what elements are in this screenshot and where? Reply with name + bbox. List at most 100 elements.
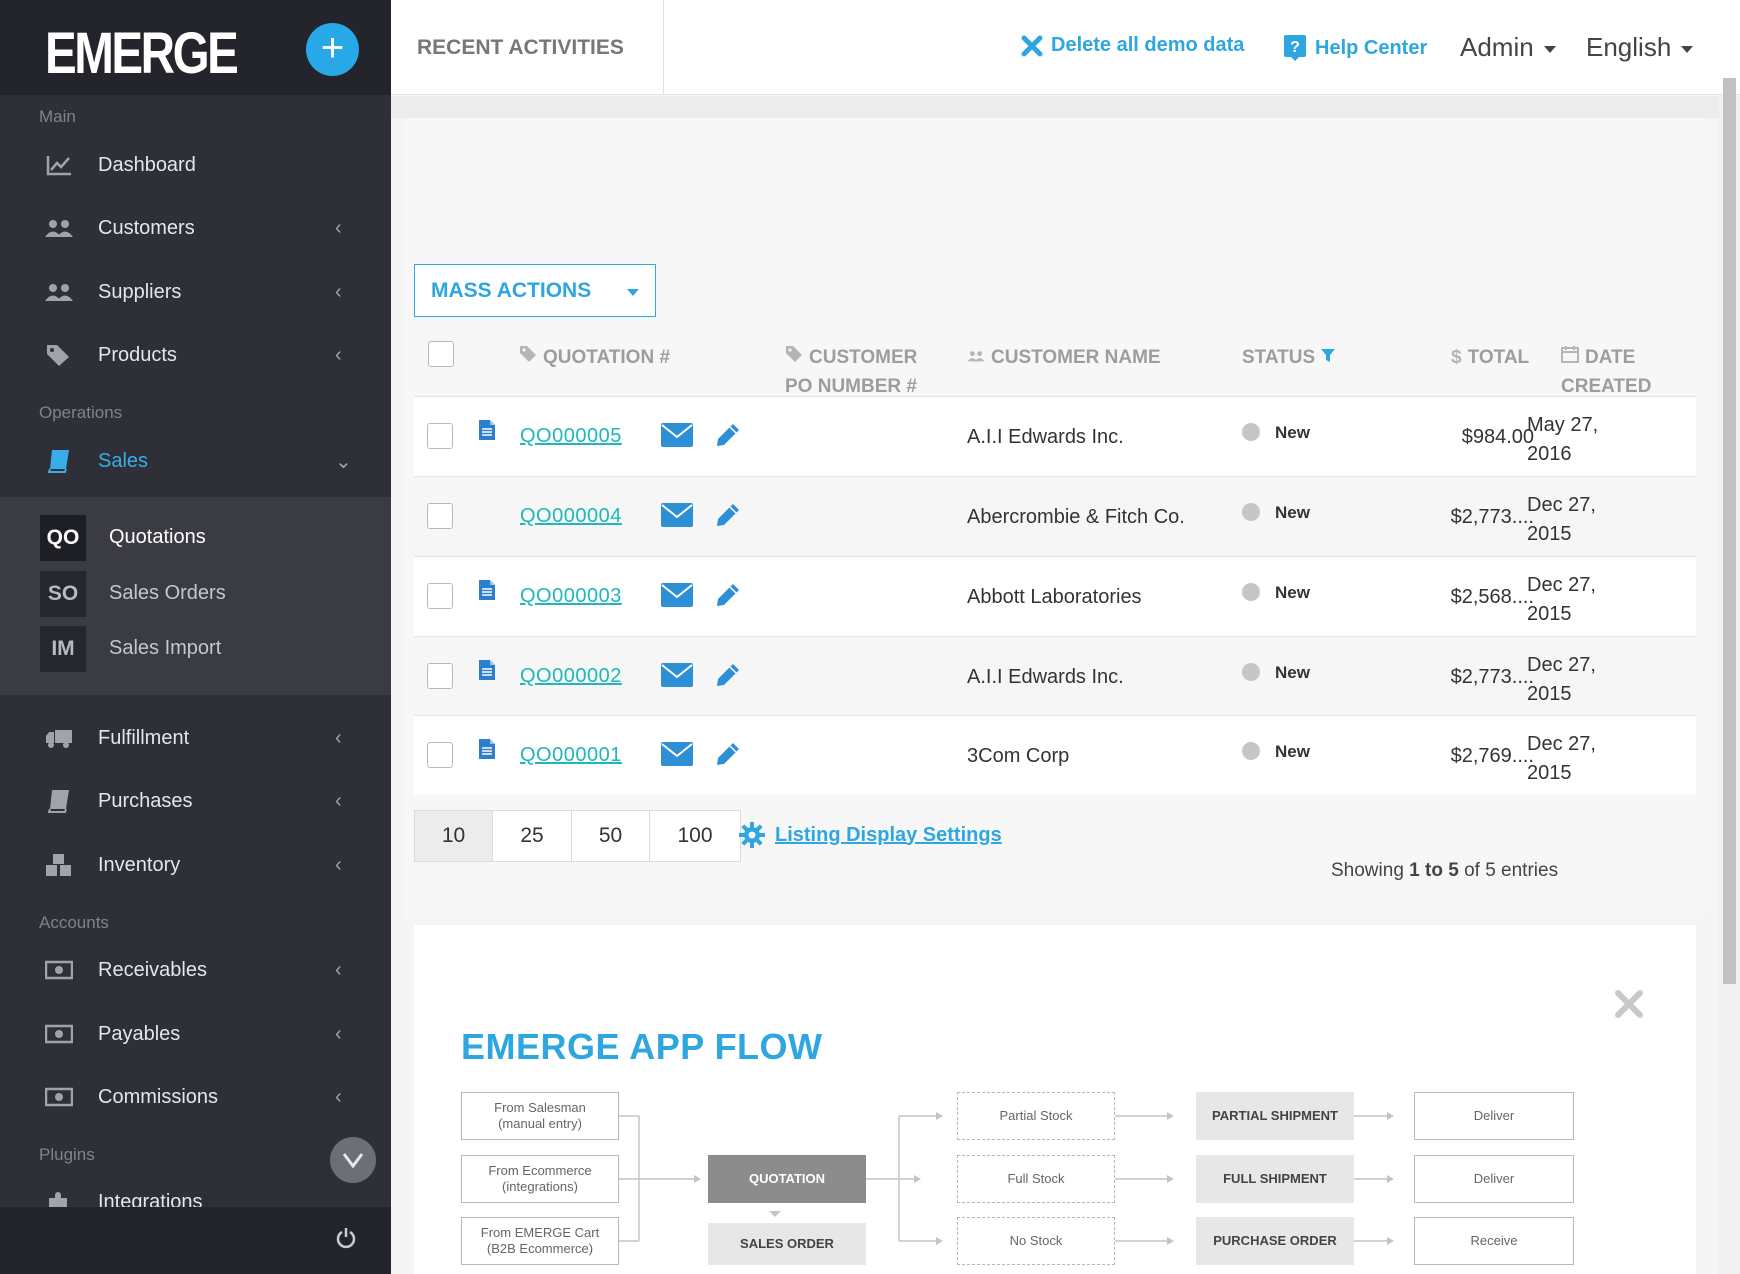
submenu-label: Sales Import [109,637,222,659]
app-flow-card: EMERGE APP FLOW From Salesman (manual en… [414,925,1696,1274]
sidebar-item-fulfillment[interactable]: Fulfillment ‹ [0,710,391,766]
submenu-item-quotations[interactable]: QO Quotations [0,513,391,563]
column-header-label: TOTAL [1467,347,1530,368]
sidebar-item-purchases[interactable]: Purchases ‹ [0,773,391,829]
pencil-icon[interactable] [715,662,741,688]
sidebar-item-suppliers[interactable]: Suppliers ‹ [0,264,391,320]
flow-result-receive: Receive [1414,1217,1574,1265]
help-center-link[interactable]: ? Help Center [1283,34,1427,62]
sidebar: EMERGE + Main Dashboard Customers ‹ Supp… [0,0,391,1274]
entries-summary-prefix: Showing [1331,860,1410,881]
flow-sales-order: SALES ORDER [708,1223,866,1265]
section-operations: Operations [39,403,123,422]
column-header-label: DATE [1585,347,1636,368]
column-header-status[interactable]: STATUS [1242,343,1336,372]
mass-actions-button[interactable]: MASS ACTIONS [414,264,656,317]
quotation-link[interactable]: QO000005 [520,425,622,448]
help-icon: ? [1284,35,1306,61]
table-row[interactable]: QO000004 Abercrombie & Fitch Co. New $2,773… [414,476,1696,556]
total-amount: $2,773.... [1450,666,1534,688]
table-row[interactable]: QO000001 3Com Corp New $2,769.... Dec 27, 201… [414,715,1696,795]
total-amount: $2,773.... [1450,506,1534,528]
power-icon[interactable] [336,1227,356,1256]
quotation-link[interactable]: QO000002 [520,665,622,688]
document-icon[interactable] [478,579,496,601]
pencil-icon[interactable] [715,741,741,767]
sidebar-item-receivables[interactable]: Receivables ‹ [0,942,391,998]
sidebar-item-inventory[interactable]: Inventory ‹ [0,837,391,893]
app-logo[interactable]: EMERGE [45,20,239,87]
pencil-icon[interactable] [715,422,741,448]
column-header-po-number[interactable]: CUSTOMER PO NUMBER # [785,343,917,401]
page-tab[interactable]: RECENT ACTIVITIES [391,0,664,95]
filter-icon[interactable] [1320,347,1336,363]
column-header-customer-name[interactable]: CUSTOMER NAME [967,343,1161,372]
column-header-date-created[interactable]: DATE CREATED [1561,343,1651,401]
document-icon[interactable] [478,419,496,441]
listing-display-settings-label: Listing Display Settings [775,823,1002,846]
page-title: RECENT ACTIVITIES [417,36,624,59]
envelope-icon[interactable] [661,423,693,447]
sidebar-item-dashboard[interactable]: Dashboard [0,137,391,193]
submenu-item-sales-orders[interactable]: SO Sales Orders [0,569,391,619]
sidebar-item-sales[interactable]: Sales ⌄ [0,433,391,489]
page-size-option[interactable]: 100 [650,811,740,861]
delete-demo-data-link[interactable]: Delete all demo data [1021,34,1244,57]
delete-demo-data-label: Delete all demo data [1051,34,1245,56]
customer-name: Abercrombie & Fitch Co. [967,506,1185,528]
chevron-left-icon: ‹ [335,1085,342,1108]
envelope-icon[interactable] [661,503,693,527]
column-header-total[interactable]: $ TOTAL [1451,343,1529,372]
scrollbar-thumb[interactable] [1723,78,1736,984]
caret-down-icon [1681,45,1694,53]
customer-name: A.I.I Edwards Inc. [967,666,1124,688]
scroll-down-button[interactable] [330,1137,376,1183]
money-icon [44,1082,74,1112]
pencil-icon[interactable] [715,502,741,528]
page-size-option[interactable]: 50 [572,811,650,861]
quick-add-button[interactable]: + [306,23,359,76]
pencil-icon[interactable] [715,582,741,608]
language-dropdown[interactable]: English [1586,32,1694,63]
date-created: Dec 27, 2015 [1527,491,1637,549]
sidebar-item-products[interactable]: Products ‹ [0,327,391,383]
document-icon[interactable] [478,659,496,681]
status-dot [1242,583,1260,601]
quotation-link[interactable]: QO000001 [520,744,622,767]
chevron-left-icon: ‹ [335,789,342,812]
quotation-link[interactable]: QO000004 [520,505,622,528]
entries-summary-suffix: of 5 entries [1458,860,1559,881]
row-checkbox[interactable] [427,742,453,768]
quotation-link[interactable]: QO000003 [520,585,622,608]
row-checkbox[interactable] [427,423,453,449]
select-all-checkbox[interactable] [428,341,454,367]
caret-down-icon [1543,45,1556,53]
tags-icon [44,340,74,370]
table-row[interactable]: QO000002 A.I.I Edwards Inc. New $2,773.... D… [414,636,1696,716]
sidebar-item-label: Receivables [98,958,207,981]
submenu-item-sales-import[interactable]: IM Sales Import [0,624,391,674]
sidebar-item-payables[interactable]: Payables ‹ [0,1006,391,1062]
column-header-quotation[interactable]: QUOTATION # [519,343,670,372]
envelope-icon[interactable] [661,742,693,766]
document-icon[interactable] [478,738,496,760]
page-size-option[interactable]: 25 [493,811,572,861]
page-scrollbar[interactable] [1719,78,1740,1274]
page-size-option[interactable]: 10 [415,811,493,861]
user-menu-dropdown[interactable]: Admin [1460,32,1556,63]
envelope-icon[interactable] [661,663,693,687]
listing-display-settings-link[interactable]: Listing Display Settings [739,822,1002,848]
envelope-icon[interactable] [661,583,693,607]
table-row[interactable]: QO000005 A.I.I Edwards Inc. New $984.00 May … [414,396,1696,476]
row-checkbox[interactable] [427,503,453,529]
table-row[interactable]: QO000003 Abbott Laboratories New $2,568....… [414,556,1696,636]
row-checkbox[interactable] [427,663,453,689]
row-checkbox[interactable] [427,583,453,609]
help-center-label: Help Center [1315,36,1428,59]
total-amount: $2,769.... [1450,745,1534,767]
truck-icon [44,723,74,753]
sidebar-item-commissions[interactable]: Commissions ‹ [0,1069,391,1125]
sidebar-item-customers[interactable]: Customers ‹ [0,200,391,256]
flow-source-cart: From EMERGE Cart (B2B Ecommerce) [461,1217,619,1265]
sidebar-item-label: Inventory [98,853,181,876]
